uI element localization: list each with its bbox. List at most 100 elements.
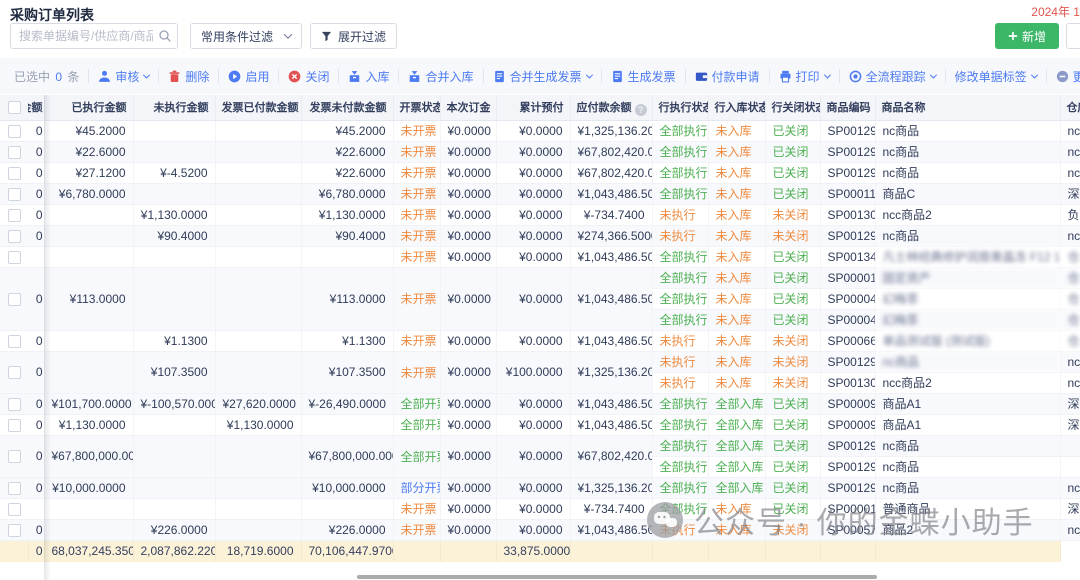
column-header: 已执行金额 — [44, 95, 133, 120]
cell-deposit: ¥0.0000 — [440, 393, 496, 414]
cell-warehouse: 深圳 — [1060, 183, 1080, 204]
row-checkbox[interactable] — [8, 146, 21, 159]
cell-warehouse: 深圳 — [1060, 414, 1080, 435]
cell-line-close-status: 已关闭 — [765, 435, 820, 456]
cell-product-name: nc商品 — [875, 351, 1060, 372]
row-checkbox[interactable] — [8, 419, 21, 432]
clipped-amount-cell: 0 — [28, 435, 44, 477]
cell-deposit: ¥0.0000 — [440, 120, 496, 141]
user-icon — [98, 70, 111, 83]
horizontal-scrollbar-thumb[interactable] — [357, 575, 877, 579]
row-checkbox-cell — [0, 267, 28, 330]
cell-line-exec-status: 全部执行 — [652, 120, 708, 141]
row-checkbox[interactable] — [8, 209, 21, 222]
table-row[interactable]: 未开票¥0.0000¥0.0000¥-734.7400全部执行未入库已关闭SP0… — [0, 498, 1080, 519]
cell-unexecuted-amount — [133, 267, 215, 330]
cell-invoice-paid-amount — [215, 351, 301, 393]
cell-payable-balance: ¥1,043,486.5000 — [570, 414, 652, 435]
cell-product-name: 凡士林经典修护润唇膏晶冻 F12 12X30ml — [875, 246, 1060, 267]
table-row[interactable]: 0¥10,000.0000¥10,000.0000部分开票¥0.0000¥0.0… — [0, 477, 1080, 498]
info-icon: ? — [635, 104, 647, 116]
table-row[interactable]: 0¥1.1300¥1.1300未开票¥0.0000¥0.0000¥1,043,4… — [0, 330, 1080, 351]
toolbar-button-11[interactable]: 修改单据标签 — [955, 68, 1037, 85]
toolbar-button-6[interactable]: 合并生成发票 — [493, 68, 592, 85]
row-checkbox[interactable] — [8, 482, 21, 495]
cell-line-exec-status: 全部执行 — [652, 456, 708, 477]
toolbar-button-label: 合并入库 — [425, 68, 473, 85]
row-checkbox[interactable] — [8, 251, 21, 264]
cell-invoice-status: 全部开票 — [393, 414, 440, 435]
table-row[interactable]: 0¥113.0000¥113.0000未开票¥0.0000¥0.0000¥1,0… — [0, 267, 1080, 288]
cell-unexecuted-amount: ¥107.3500 — [133, 351, 215, 393]
row-checkbox[interactable] — [8, 366, 21, 379]
table-row[interactable]: 0¥1,130.0000¥1,130.0000未开票¥0.0000¥0.0000… — [0, 204, 1080, 225]
table-row[interactable]: 0¥67,800,000.0000¥67,800,000.0000全部开票¥0.… — [0, 435, 1080, 456]
clipped-amount-cell: 0 — [28, 120, 44, 141]
cell-product-name: nc商品 — [875, 477, 1060, 498]
cell-invoice-status: 未开票 — [393, 267, 440, 330]
row-checkbox[interactable] — [8, 125, 21, 138]
row-checkbox-cell — [0, 414, 28, 435]
row-checkbox[interactable] — [8, 335, 21, 348]
cell-prepaid: ¥0.0000 — [496, 519, 570, 540]
cell-warehouse — [1060, 456, 1080, 477]
cell-deposit: ¥0.0000 — [440, 351, 496, 393]
table-row[interactable]: 未开票¥0.0000¥0.0000¥1,043,486.5000全部执行未入库已… — [0, 246, 1080, 267]
row-checkbox[interactable] — [8, 230, 21, 243]
cell-executed-amount: ¥113.0000 — [44, 267, 133, 330]
row-checkbox[interactable] — [8, 524, 21, 537]
orders-table: 金额已执行金额未执行金额发票已付款金额发票未付款金额开票状态本次订金累计预付应付… — [0, 95, 1080, 562]
import-button[interactable]: 引入 — [1066, 23, 1080, 49]
clipped-amount-cell — [28, 246, 44, 267]
orders-table-area: 金额已执行金额未执行金额发票已付款金额发票未付款金额开票状态本次订金累计预付应付… — [0, 95, 1080, 580]
orders-table-host: 金额已执行金额未执行金额发票已付款金额发票未付款金额开票状态本次订金累计预付应付… — [0, 95, 1080, 562]
cell-invoice-paid-amount — [215, 183, 301, 204]
toolbar-button-0[interactable]: 审核 — [98, 68, 149, 85]
select-all-checkbox[interactable] — [8, 101, 21, 114]
table-row[interactable]: 0¥226.0000¥226.0000未开票¥0.0000¥0.0000¥1,0… — [0, 519, 1080, 540]
table-row[interactable]: 0¥90.4000¥90.4000未开票¥0.0000¥0.0000¥274,3… — [0, 225, 1080, 246]
cell-invoice-unpaid-amount: ¥67,800,000.0000 — [301, 435, 393, 477]
add-button[interactable]: 新增 — [995, 23, 1059, 49]
toolbar-button-7[interactable]: 生成发票 — [611, 68, 676, 85]
cell-invoice-status: 未开票 — [393, 519, 440, 540]
table-row[interactable]: 0¥45.2000¥45.2000未开票¥0.0000¥0.0000¥1,325… — [0, 120, 1080, 141]
toolbar-button-12[interactable]: 更多 — [1056, 68, 1080, 85]
toolbar-button-3[interactable]: 关闭 — [288, 68, 329, 85]
cell-prepaid: ¥0.0000 — [496, 435, 570, 477]
common-filter-select[interactable]: 常用条件过滤 — [190, 23, 302, 49]
row-checkbox[interactable] — [8, 188, 21, 201]
toolbar-button-8[interactable]: 付款申请 — [695, 68, 760, 85]
cell-invoice-paid-amount — [215, 498, 301, 519]
toolbar-button-label: 更多 — [1073, 68, 1080, 85]
cell-invoice-unpaid-amount: ¥-26,490.0000 — [301, 393, 393, 414]
cell-unexecuted-amount — [133, 246, 215, 267]
table-row[interactable]: 0¥1,130.0000¥1,130.0000全部开票¥0.0000¥0.000… — [0, 414, 1080, 435]
search-input[interactable] — [10, 23, 178, 49]
cell-invoice-unpaid-amount: ¥1,130.0000 — [301, 204, 393, 225]
row-checkbox[interactable] — [8, 293, 21, 306]
toolbar-button-10[interactable]: 全流程跟踪 — [849, 68, 936, 85]
expand-filter-button[interactable]: 展开过滤 — [310, 23, 397, 49]
row-checkbox[interactable] — [8, 503, 21, 516]
toolbar-button-4[interactable]: 入库 — [348, 68, 389, 85]
cell-payable-balance: ¥-734.7400 — [570, 498, 652, 519]
table-row[interactable]: 0¥6,780.0000¥6,780.0000未开票¥0.0000¥0.0000… — [0, 183, 1080, 204]
table-row[interactable]: 0¥101,700.0000¥-100,570.0000¥27,620.0000… — [0, 393, 1080, 414]
row-checkbox[interactable] — [8, 167, 21, 180]
row-checkbox-cell — [0, 519, 28, 540]
table-row[interactable]: 0¥107.3500¥107.3500未开票¥0.0000¥100.0000¥1… — [0, 351, 1080, 372]
toolbar-button-9[interactable]: 打印 — [779, 68, 830, 85]
toolbar-button-1[interactable]: 删除 — [168, 68, 209, 85]
cell-invoice-unpaid-amount: ¥113.0000 — [301, 267, 393, 330]
table-row[interactable]: 0¥27.1200¥-4.5200¥22.6000未开票¥0.0000¥0.00… — [0, 162, 1080, 183]
invoice-icon — [611, 70, 624, 83]
toolbar-button-2[interactable]: 启用 — [228, 68, 269, 85]
toolbar-button-5[interactable]: 合并入库 — [408, 68, 473, 85]
table-row[interactable]: 0¥22.6000¥22.6000未开票¥0.0000¥0.0000¥67,80… — [0, 141, 1080, 162]
row-checkbox[interactable] — [8, 450, 21, 463]
row-checkbox[interactable] — [8, 398, 21, 411]
cell-warehouse: 仓库 — [1060, 288, 1080, 309]
expand-filter-label: 展开过滤 — [338, 28, 386, 45]
cell-invoice-status: 未开票 — [393, 246, 440, 267]
